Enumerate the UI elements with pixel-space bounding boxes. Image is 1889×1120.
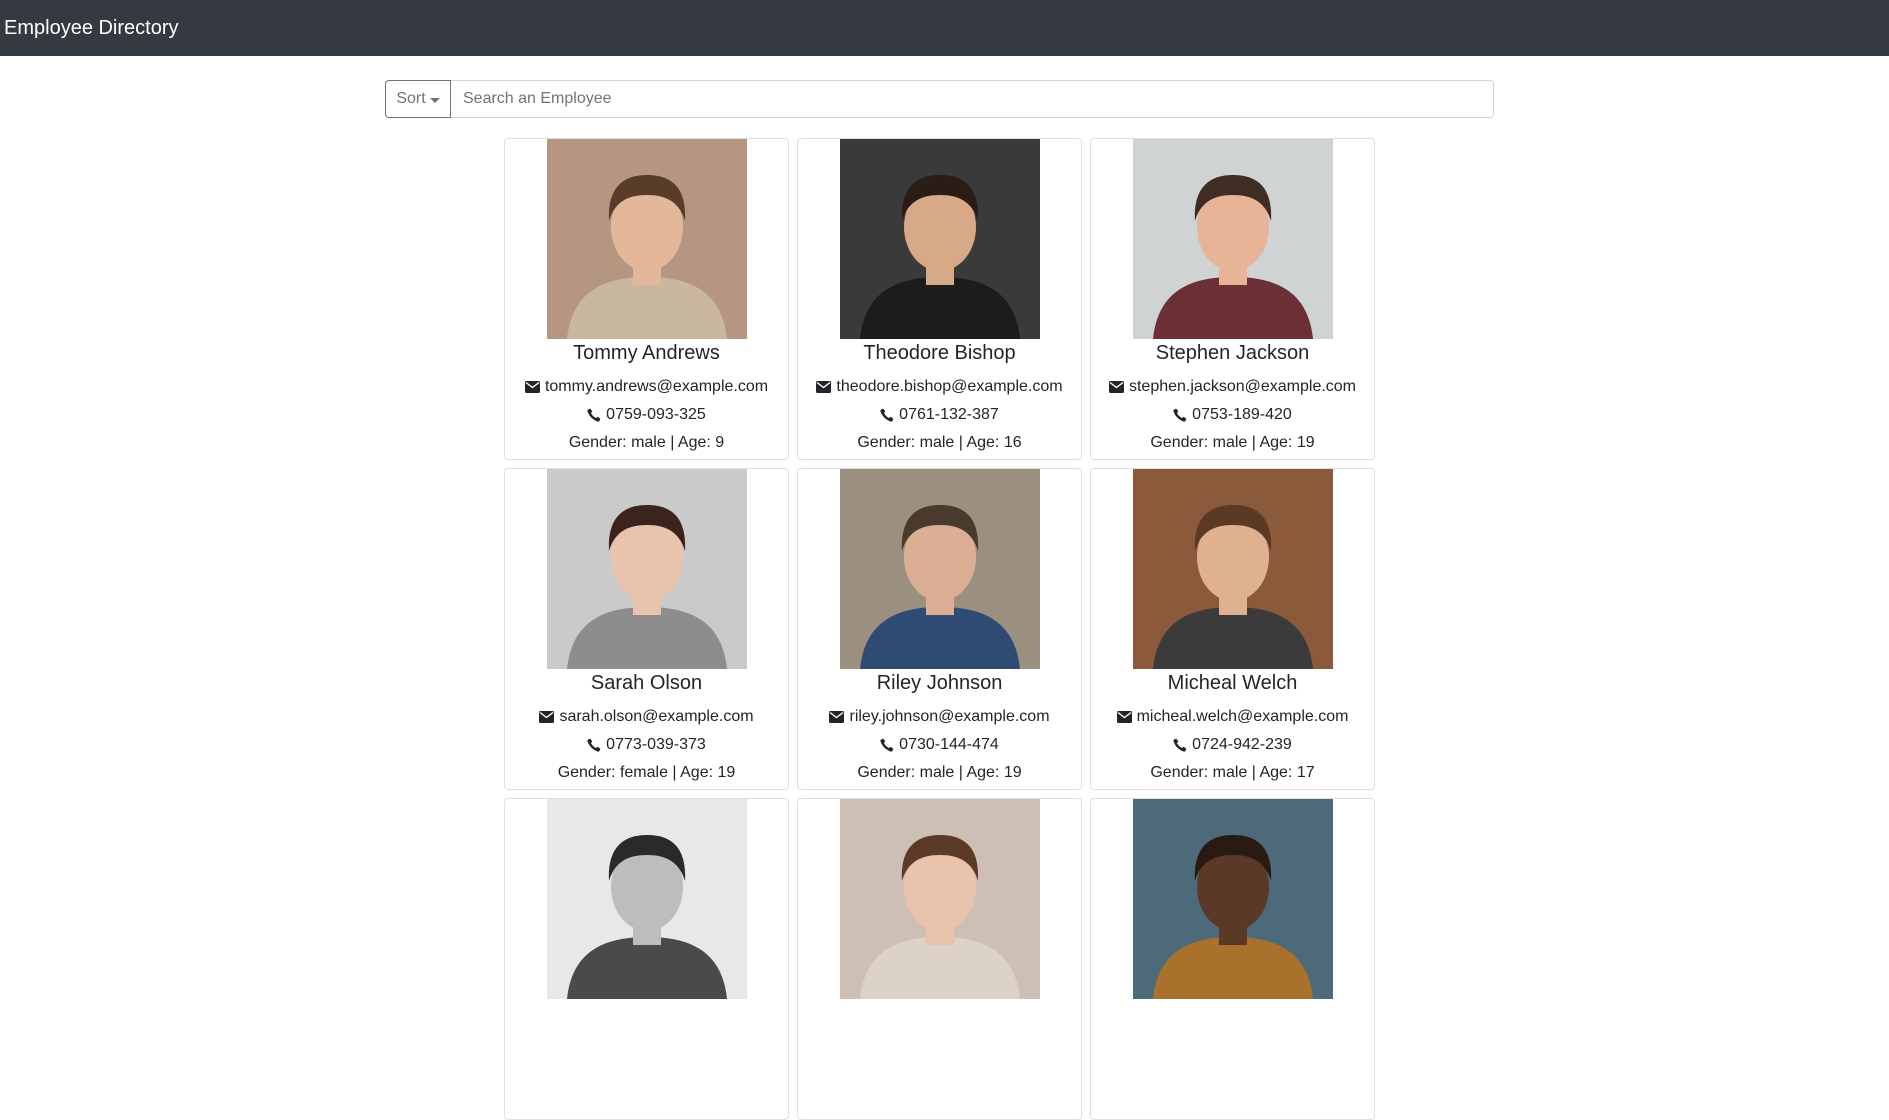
employee-meta: Gender: male | Age: 17 xyxy=(1150,764,1315,781)
employee-email-line: tommy.andrews@example.com xyxy=(505,377,788,397)
search-bar: Sort xyxy=(385,80,1494,118)
envelope-icon xyxy=(524,381,540,393)
employee-photo xyxy=(840,469,1040,669)
employee-photo xyxy=(840,799,1040,999)
employee-phone-line: 0759-093-325 xyxy=(505,405,788,425)
sort-label: Sort xyxy=(396,90,426,107)
employee-phone-line: 0761-132-387 xyxy=(798,405,1081,425)
employee-phone-line: 0753-189-420 xyxy=(1091,405,1374,425)
employee-photo xyxy=(840,139,1040,339)
employee-email-line: micheal.welch@example.com xyxy=(1091,707,1374,727)
employee-meta: Gender: female | Age: 19 xyxy=(557,764,736,781)
employee-email-line: stephen.jackson@example.com xyxy=(1091,377,1374,397)
employee-card xyxy=(797,798,1082,1120)
employee-email-line: riley.johnson@example.com xyxy=(798,707,1081,727)
employee-meta: Gender: male | Age: 19 xyxy=(857,764,1022,781)
search-input[interactable] xyxy=(451,80,1494,118)
employee-phone-line: 0730-144-474 xyxy=(798,735,1081,755)
employee-email[interactable]: tommy.andrews@example.com xyxy=(545,377,768,397)
employee-name: Micheal Welch xyxy=(1167,672,1298,694)
employee-email[interactable]: theodore.bishop@example.com xyxy=(836,377,1062,397)
navbar: Employee Directory xyxy=(0,0,1889,56)
employee-photo xyxy=(547,139,747,339)
employee-photo xyxy=(1133,469,1333,669)
phone-icon xyxy=(587,738,601,752)
envelope-icon xyxy=(539,711,555,723)
employee-phone[interactable]: 0773-039-373 xyxy=(606,735,706,755)
employee-card: Tommy Andrews tommy.andrews@example.com … xyxy=(504,138,789,460)
employee-card: Stephen Jackson stephen.jackson@example.… xyxy=(1090,138,1375,460)
employee-card: Micheal Welch micheal.welch@example.com … xyxy=(1090,468,1375,790)
employee-card xyxy=(1090,798,1375,1120)
employee-meta: Gender: male | Age: 16 xyxy=(857,434,1022,451)
employee-photo xyxy=(547,799,747,999)
employee-name: Tommy Andrews xyxy=(573,342,720,364)
employee-email[interactable]: stephen.jackson@example.com xyxy=(1129,377,1356,397)
phone-icon xyxy=(880,408,894,422)
employee-name: Sarah Olson xyxy=(590,672,703,694)
employee-phone-line: 0773-039-373 xyxy=(505,735,788,755)
employee-card: Theodore Bishop theodore.bishop@example.… xyxy=(797,138,1082,460)
employee-name: Theodore Bishop xyxy=(863,342,1016,364)
phone-icon xyxy=(880,738,894,752)
employee-meta: Gender: male | Age: 9 xyxy=(568,434,725,451)
employee-phone[interactable]: 0730-144-474 xyxy=(899,735,999,755)
employee-card: Riley Johnson riley.johnson@example.com … xyxy=(797,468,1082,790)
employee-card xyxy=(504,798,789,1120)
employee-grid: Tommy Andrews tommy.andrews@example.com … xyxy=(504,138,1375,1120)
phone-icon xyxy=(1173,408,1187,422)
employee-phone[interactable]: 0761-132-387 xyxy=(899,405,999,425)
employee-phone[interactable]: 0724-942-239 xyxy=(1192,735,1292,755)
employee-name: Riley Johnson xyxy=(876,672,1003,694)
phone-icon xyxy=(1173,738,1187,752)
employee-photo xyxy=(1133,799,1333,999)
envelope-icon xyxy=(1116,711,1132,723)
employee-photo xyxy=(547,469,747,669)
envelope-icon xyxy=(1108,381,1124,393)
sort-dropdown-button[interactable]: Sort xyxy=(385,80,451,118)
employee-name: Stephen Jackson xyxy=(1155,342,1310,364)
envelope-icon xyxy=(816,381,832,393)
app-title[interactable]: Employee Directory xyxy=(4,15,179,41)
employee-email[interactable]: riley.johnson@example.com xyxy=(849,707,1049,727)
phone-icon xyxy=(587,408,601,422)
employee-meta: Gender: male | Age: 19 xyxy=(1150,434,1315,451)
employee-email-line: theodore.bishop@example.com xyxy=(798,377,1081,397)
envelope-icon xyxy=(829,711,845,723)
employee-phone[interactable]: 0753-189-420 xyxy=(1192,405,1292,425)
employee-email[interactable]: sarah.olson@example.com xyxy=(559,707,753,727)
employee-card: Sarah Olson sarah.olson@example.com 0773… xyxy=(504,468,789,790)
employee-photo xyxy=(1133,139,1333,339)
employee-email-line: sarah.olson@example.com xyxy=(505,707,788,727)
caret-down-icon xyxy=(429,97,440,103)
employee-email[interactable]: micheal.welch@example.com xyxy=(1137,707,1349,727)
employee-phone[interactable]: 0759-093-325 xyxy=(606,405,706,425)
employee-phone-line: 0724-942-239 xyxy=(1091,735,1374,755)
